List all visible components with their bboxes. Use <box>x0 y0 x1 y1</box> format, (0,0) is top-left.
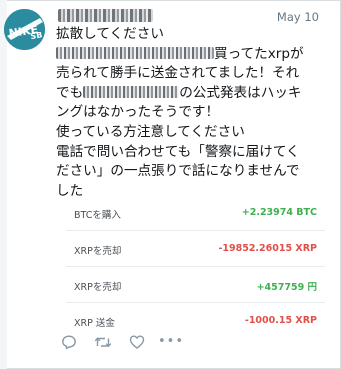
reply-button[interactable] <box>60 333 78 351</box>
like-button[interactable] <box>128 333 146 351</box>
reply-icon <box>62 335 76 350</box>
tweet-line-5: ングはなかったそうです！ <box>56 104 220 121</box>
tweet-line-4-tail: の公式発表はハッキ <box>179 84 302 101</box>
trade-row: BTCを購入 +2.23974 BTC <box>66 195 325 231</box>
trade-row: XRPを売却 -19852.26015 XRP <box>66 231 325 267</box>
tweet-line-7: 電話で問い合わせても「警察に届けてく <box>56 143 300 160</box>
page-edge <box>0 0 7 369</box>
more-button[interactable]: ••• <box>158 333 183 351</box>
retweet-button[interactable] <box>94 333 112 351</box>
redacted-text <box>83 85 180 98</box>
tweet-line-1: 拡散してください <box>56 26 164 42</box>
attached-image-trade-history[interactable]: BTCを購入 +2.23974 BTC XRPを売却 -19852.26015 … <box>66 195 325 338</box>
avatar[interactable]: NIKE SB <box>4 9 45 50</box>
trade-label: BTCを購入 <box>74 210 121 221</box>
trade-label: XRP 送金 <box>74 318 115 329</box>
tweet-line-3: 売られて勝手に送金されてました！それ <box>56 65 300 82</box>
tweet-line-2: 買ってたxrpが <box>56 45 338 65</box>
tweet-text: 拡散してください 買ってたxrpが 売られて勝手に送金されてました！それ でも の… <box>56 25 338 201</box>
tweet-line-8: ださい」の一点張りで話になりませんで <box>56 163 300 180</box>
trade-label: XRPを売却 <box>74 282 122 293</box>
trade-amount: +457759 円 <box>256 282 317 293</box>
trade-label: XRPを売却 <box>74 246 122 257</box>
redacted-text <box>56 46 214 59</box>
trade-amount: -19852.26015 XRP <box>218 243 317 254</box>
nike-sb-logo: NIKE SB <box>4 9 45 50</box>
svg-text:SB: SB <box>30 31 43 42</box>
tweet-date[interactable]: May 10 <box>277 10 319 24</box>
trade-row: XRPを売却 +457759 円 <box>66 267 325 303</box>
trade-amount: -1000.15 XRP <box>244 315 317 326</box>
tweet-line-4-head: でも <box>56 84 84 101</box>
tweet-actions: ••• <box>60 333 196 351</box>
account-name-redacted[interactable] <box>58 9 153 22</box>
retweet-icon <box>94 337 112 347</box>
trade-amount: +2.23974 BTC <box>241 207 317 218</box>
heart-icon <box>129 335 145 349</box>
tweet-line-4: でも の公式発表はハッキ <box>56 84 338 104</box>
tweet-line-2-text: 買ってたxrpが <box>214 45 304 62</box>
tweet-line-6: 使っている方注意してください <box>56 123 245 140</box>
